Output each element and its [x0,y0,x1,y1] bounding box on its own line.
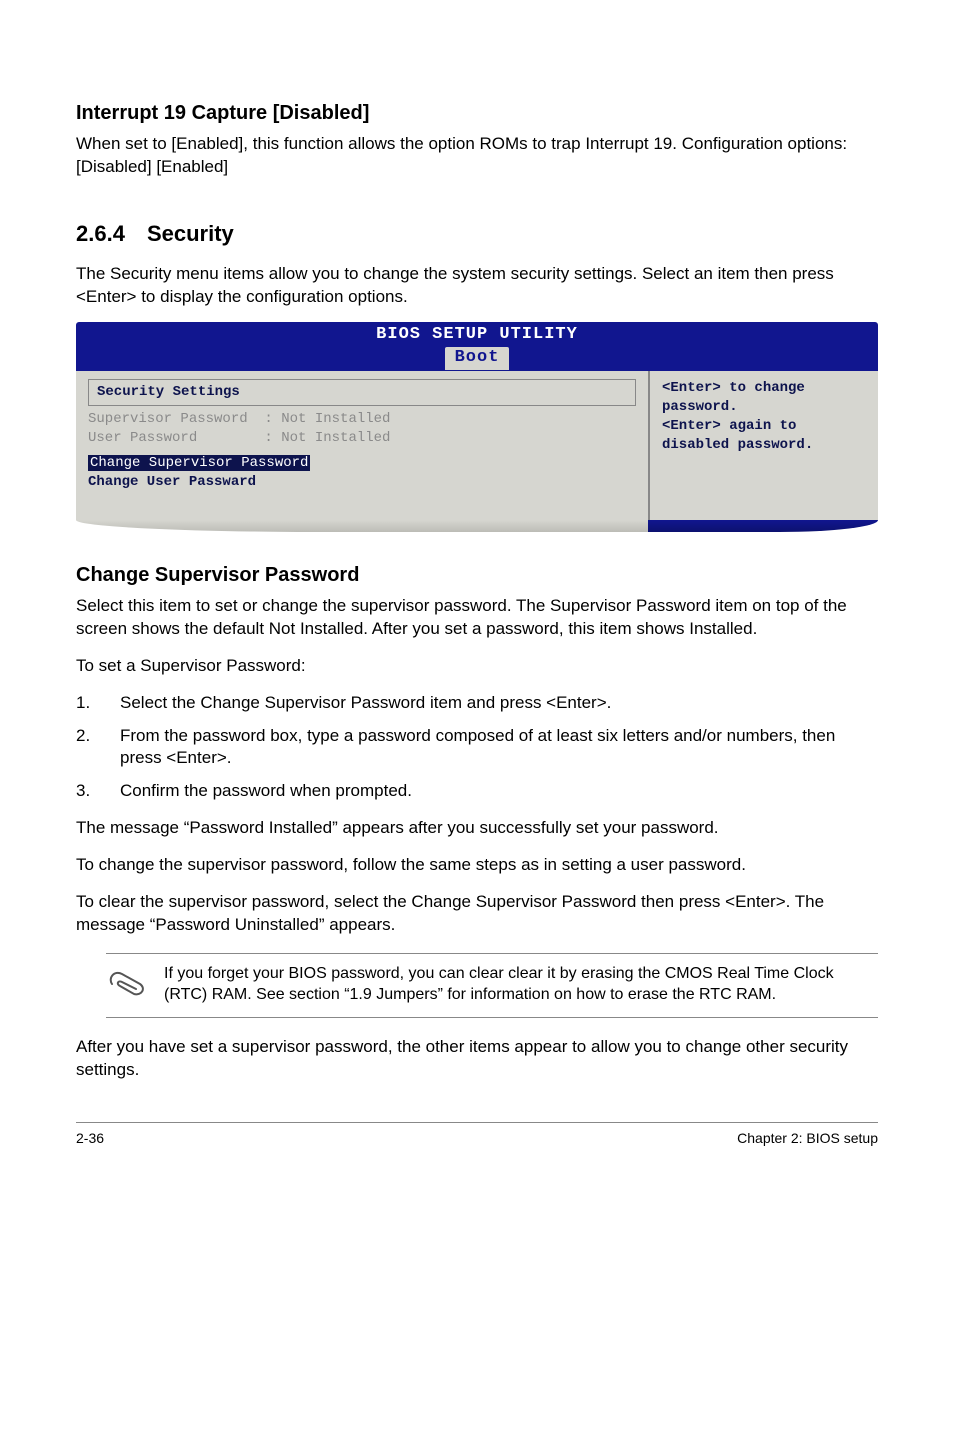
csp-p1: Select this item to set or change the su… [76,595,878,641]
bios-left-pane: Security Settings Supervisor Password : … [76,371,648,519]
bios-change-user: Change User Passward [88,473,636,492]
bios-title: BIOS SETUP UTILITY [376,324,578,347]
step-1: 1. Select the Change Supervisor Password… [76,692,878,715]
bios-help-pane: <Enter> to change password. <Enter> agai… [648,371,878,519]
bios-tab-boot: Boot [445,347,510,370]
bios-user-row: User Password : Not Installed [88,429,636,448]
step-2-num: 2. [76,725,96,771]
csp-p4: To change the supervisor password, follo… [76,854,878,877]
page-2-36: Interrupt 19 Capture [Disabled] When set… [76,0,878,1168]
note-block: If you forget your BIOS password, you ca… [106,953,878,1018]
csp-p2: To set a Supervisor Password: [76,655,878,678]
bios-help-l3: <Enter> again to [662,417,866,436]
note-text: If you forget your BIOS password, you ca… [164,964,878,1006]
step-3-num: 3. [76,780,96,803]
step-1-num: 1. [76,692,96,715]
section-title: Security [147,219,234,249]
section-intro: The Security menu items allow you to cha… [76,263,878,309]
footer-chapter: Chapter 2: BIOS setup [737,1129,878,1148]
csp-p3: The message “Password Installed” appears… [76,817,878,840]
footer-page-num: 2-36 [76,1129,104,1148]
csp-p5: To clear the supervisor password, select… [76,891,878,937]
step-1-text: Select the Change Supervisor Password it… [120,692,878,715]
bios-security-settings-label: Security Settings [97,384,240,400]
step-3-text: Confirm the password when prompted. [120,780,878,803]
step-list: 1. Select the Change Supervisor Password… [76,692,878,804]
step-2: 2. From the password box, type a passwor… [76,725,878,771]
paperclip-icon [106,964,150,1007]
bios-supervisor-row: Supervisor Password : Not Installed [88,410,636,429]
bios-change-supervisor: Change Supervisor Password [88,454,636,473]
page-footer: 2-36 Chapter 2: BIOS setup [76,1122,878,1148]
bios-bottom-curve [76,520,878,532]
after-note-paragraph: After you have set a supervisor password… [76,1036,878,1082]
bios-help-l4: disabled password. [662,436,866,455]
csp-heading: Change Supervisor Password [76,562,878,589]
section-number: 2.6.4 [76,219,125,249]
bios-body: Security Settings Supervisor Password : … [76,371,878,519]
bios-header: BIOS SETUP UTILITY Boot [76,322,878,371]
section-header-row: 2.6.4 Security [76,219,878,249]
bios-help-l2: password. [662,398,866,417]
bios-help-l1: <Enter> to change [662,379,866,398]
bios-setup-screenshot: BIOS SETUP UTILITY Boot Security Setting… [76,322,878,531]
step-2-text: From the password box, type a password c… [120,725,878,771]
step-3: 3. Confirm the password when prompted. [76,780,878,803]
interrupt-heading: Interrupt 19 Capture [Disabled] [76,100,878,127]
interrupt-body: When set to [Enabled], this function all… [76,133,878,179]
